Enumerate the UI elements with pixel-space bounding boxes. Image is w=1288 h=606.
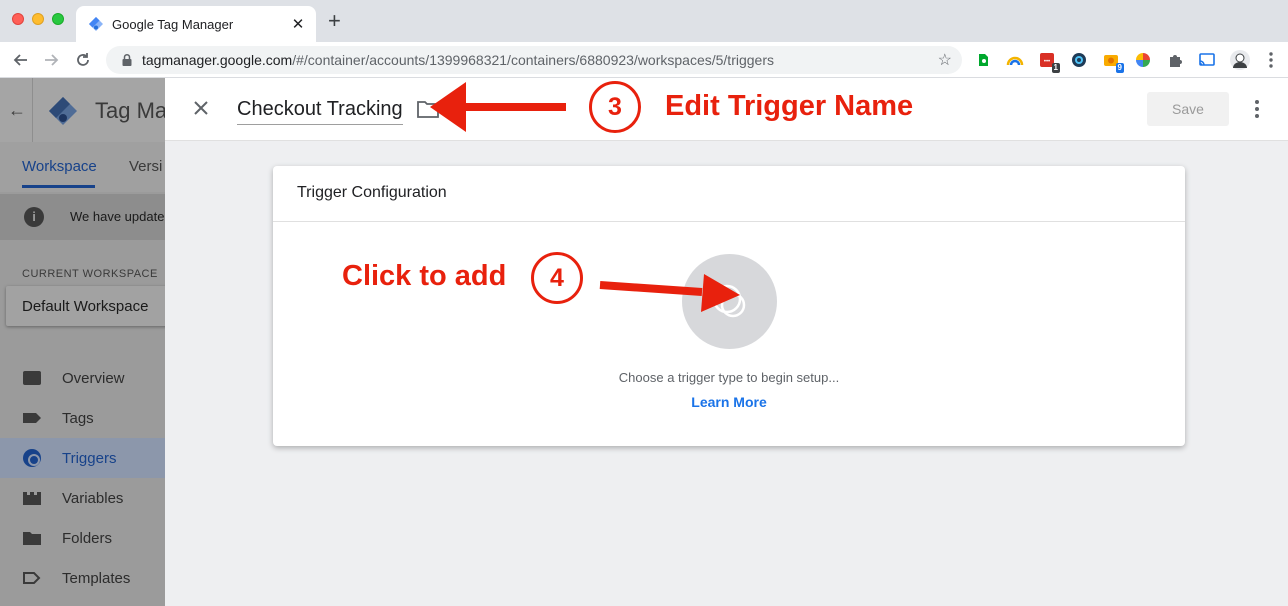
sidebar-item-folders[interactable]: Folders bbox=[0, 518, 165, 558]
window-close-button[interactable] bbox=[12, 13, 24, 25]
background-sidebar: ← Tag Man Workspace Versi i We have upda… bbox=[0, 78, 165, 606]
circle-ext-icon[interactable] bbox=[1070, 51, 1088, 69]
more-dot bbox=[1255, 107, 1259, 111]
svg-text:•••: ••• bbox=[1044, 59, 1050, 65]
sidebar-item-tags[interactable]: Tags bbox=[0, 398, 165, 438]
more-vert-icon bbox=[1269, 52, 1273, 68]
step3-badge: 3 bbox=[589, 81, 641, 133]
tab-close-icon[interactable]: ✕ bbox=[290, 15, 306, 33]
trigger-type-icon bbox=[712, 284, 746, 318]
browser-tab-bar: Google Tag Manager ✕ + bbox=[0, 0, 1288, 42]
arrow-left-icon bbox=[13, 54, 27, 66]
url-path: /#/container/accounts/1399968321/contain… bbox=[292, 52, 774, 68]
address-bar[interactable]: tagmanager.google.com/#/container/accoun… bbox=[106, 46, 962, 74]
folder-ext-badge: 9 bbox=[1115, 63, 1124, 73]
sidebar-item-label: Overview bbox=[62, 369, 125, 387]
overview-icon bbox=[23, 371, 41, 385]
puzzle-icon[interactable] bbox=[1166, 51, 1184, 69]
trigger-name-field[interactable]: Checkout Tracking bbox=[237, 98, 403, 125]
gtm-logo-icon bbox=[49, 97, 77, 125]
color-wheel-icon[interactable] bbox=[1134, 51, 1152, 69]
url-text: tagmanager.google.com/#/container/accoun… bbox=[142, 52, 938, 68]
app-title: Tag Man bbox=[95, 98, 165, 123]
card-divider bbox=[273, 221, 1185, 222]
new-tab-button[interactable]: + bbox=[328, 10, 341, 32]
rainbow-icon[interactable] bbox=[1006, 51, 1024, 69]
update-notice-text: We have update bbox=[70, 209, 165, 224]
tab-workspace[interactable]: Workspace bbox=[22, 158, 97, 175]
sidebar-item-triggers[interactable]: Triggers bbox=[0, 438, 165, 478]
forward-button[interactable] bbox=[40, 49, 62, 71]
folder-ext-icon[interactable]: 9 bbox=[1102, 51, 1124, 73]
close-icon[interactable] bbox=[189, 96, 213, 120]
back-button[interactable] bbox=[10, 49, 32, 71]
choose-trigger-type-button[interactable] bbox=[682, 254, 777, 349]
lock-icon bbox=[122, 53, 132, 66]
step4-label: Click to add bbox=[342, 260, 507, 292]
folder-outline-icon[interactable] bbox=[417, 100, 439, 118]
folder-icon bbox=[23, 532, 41, 545]
sidebar-item-label: Variables bbox=[62, 489, 124, 507]
sidebar-item-label: Folders bbox=[62, 529, 113, 547]
reload-button[interactable] bbox=[72, 49, 94, 71]
window-minimize-button[interactable] bbox=[32, 13, 44, 25]
cast-icon[interactable] bbox=[1198, 51, 1216, 69]
gtm-app: ← Tag Man Workspace Versi i We have upda… bbox=[0, 78, 1288, 606]
more-dot bbox=[1255, 100, 1259, 104]
bookmark-star-icon[interactable]: ☆ bbox=[938, 50, 952, 70]
calendar-ext-icon[interactable]: ••• 1 bbox=[1038, 51, 1060, 73]
url-host: tagmanager.google.com bbox=[142, 52, 293, 68]
tab-versions[interactable]: Versi bbox=[129, 158, 162, 175]
tab-title: Google Tag Manager bbox=[112, 16, 234, 32]
tab-active-indicator bbox=[22, 185, 95, 188]
reload-icon bbox=[77, 53, 89, 66]
sidebar-item-label: Triggers bbox=[62, 449, 117, 467]
gtm-favicon-icon bbox=[89, 17, 103, 31]
browser-menu-button[interactable] bbox=[1260, 49, 1282, 71]
templates-icon bbox=[23, 572, 41, 584]
step4-badge: 4 bbox=[531, 252, 583, 304]
sidebar-item-variables[interactable]: Variables bbox=[0, 478, 165, 518]
calendar-ext-badge: 1 bbox=[1051, 63, 1060, 73]
more-dot bbox=[1255, 114, 1259, 118]
evernote-icon[interactable] bbox=[974, 51, 992, 69]
arrow-right-icon bbox=[45, 54, 59, 66]
profile-avatar[interactable] bbox=[1230, 50, 1250, 70]
learn-more-link[interactable]: Learn More bbox=[273, 394, 1185, 410]
sidebar-item-label: Tags bbox=[62, 409, 94, 427]
window-zoom-button[interactable] bbox=[52, 13, 64, 25]
current-workspace-label: CURRENT WORKSPACE bbox=[22, 268, 158, 280]
info-icon: i bbox=[24, 207, 44, 227]
save-button[interactable]: Save bbox=[1147, 92, 1229, 126]
header-divider bbox=[32, 78, 33, 142]
card-title: Trigger Configuration bbox=[297, 184, 447, 201]
trigger-icon bbox=[23, 449, 41, 467]
trigger-hint-text: Choose a trigger type to begin setup... bbox=[618, 370, 840, 385]
trigger-configuration-card: Trigger Configuration Choose a trigger t… bbox=[273, 166, 1185, 446]
workspace-name: Default Workspace bbox=[22, 298, 149, 315]
sidebar-item-templates[interactable]: Templates bbox=[0, 558, 165, 598]
more-options-button[interactable] bbox=[1247, 96, 1267, 122]
sidebar-item-overview[interactable]: Overview bbox=[0, 358, 165, 398]
browser-tab[interactable]: Google Tag Manager ✕ bbox=[76, 6, 316, 42]
tag-icon bbox=[23, 413, 41, 423]
browser-toolbar: tagmanager.google.com/#/container/accoun… bbox=[0, 42, 1288, 78]
variables-icon bbox=[23, 492, 41, 505]
back-arrow-icon[interactable]: ← bbox=[8, 100, 26, 121]
sidebar-item-label: Templates bbox=[62, 569, 131, 587]
step3-label: Edit Trigger Name bbox=[665, 90, 914, 122]
